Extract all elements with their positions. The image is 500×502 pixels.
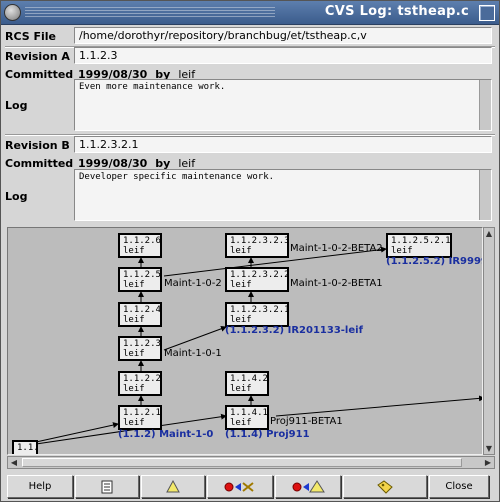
- tag-button[interactable]: [343, 475, 427, 498]
- revision-node-selected[interactable]: 1.1.2.3 leif: [118, 336, 162, 361]
- scrollbar-thumb[interactable]: [22, 458, 462, 467]
- node-author: leif: [230, 280, 252, 290]
- log-a-text[interactable]: Even more maintenance work.: [74, 79, 492, 131]
- tag-icon: [377, 480, 393, 494]
- tag-label: Proj911-BETA1: [270, 416, 343, 427]
- node-rev: 1.1.2.3.2.2: [230, 270, 290, 280]
- scroll-down-icon[interactable]: ▼: [483, 443, 495, 454]
- revision-a-label: Revision A: [5, 50, 70, 63]
- close-button[interactable]: Close: [429, 475, 489, 498]
- branch-label: (1.1.2.5.2) IR99999: [386, 256, 482, 267]
- node-rev: 1.1.2.3.2.3: [230, 236, 290, 246]
- log-a-label: Log: [5, 99, 28, 112]
- node-author: leif: [230, 384, 252, 394]
- revision-node[interactable]: 1.1.2.3.2.2 leif: [225, 267, 290, 292]
- branch-label: (1.1.4) Proj911: [225, 429, 310, 440]
- log-a-content: Even more maintenance work.: [79, 82, 226, 92]
- window-menu-icon[interactable]: [4, 4, 21, 21]
- node-author: leif: [230, 418, 252, 428]
- node-author: leif: [123, 246, 145, 256]
- node-rev: 1.1.4.2: [230, 374, 268, 384]
- tag-label: Maint-1-0-2-BETA1: [290, 278, 383, 289]
- revision-node[interactable]: 1.1.2.3.2.3 leif: [225, 233, 290, 258]
- node-author: leif: [123, 315, 145, 325]
- node-rev: 1.1.2.6: [123, 236, 161, 246]
- tag-label: Maint-1-0-2: [164, 278, 222, 289]
- node-rev: 1.1.2.3: [123, 339, 161, 349]
- rcs-file-label: RCS File: [5, 30, 57, 43]
- edge: [275, 395, 482, 417]
- mark-icon: [166, 479, 180, 493]
- log-b-content: Developer specific maintenance work.: [79, 172, 275, 182]
- node-rev: 1.1.4.1: [230, 408, 268, 418]
- graph-vertical-scrollbar[interactable]: ▲ ▼: [483, 227, 495, 455]
- revision-graph[interactable]: 1.1.2.6 leif 1.1.2.5 leif 1.1.2.4 leif 1.1.…: [7, 227, 483, 455]
- mark-button[interactable]: [141, 475, 205, 498]
- cvs-log-window: CVS Log: tstheap.c RCS File /home/doroth…: [0, 0, 500, 502]
- node-rev: 1.1.: [17, 443, 39, 453]
- branch-label: (1.1.2) Maint-1-0: [118, 429, 214, 440]
- node-author: leif: [123, 349, 145, 359]
- title-bar[interactable]: CVS Log: tstheap.c: [1, 1, 499, 25]
- log-b-label: Log: [5, 190, 28, 203]
- title-bar-grip: [25, 7, 275, 19]
- window-title: CVS Log: tstheap.c: [324, 4, 469, 19]
- merge-icon: [292, 480, 325, 493]
- revision-node-selected[interactable]: 1.1.2.3.2.1 leif: [225, 302, 290, 327]
- rcs-file-field[interactable]: /home/dorothyr/repository/branchbug/et/t…: [74, 27, 492, 44]
- revision-node[interactable]: 1.1.2.5 leif: [118, 267, 162, 292]
- scroll-left-icon[interactable]: ◀: [8, 457, 20, 468]
- revision-node[interactable]: 1.1.2.5.2.1 leif: [386, 233, 452, 258]
- revision-node[interactable]: 1.1.4.2 leif: [225, 371, 269, 396]
- revision-a-field[interactable]: 1.1.2.3: [74, 47, 492, 64]
- tag-label: Maint-1-0-2-BETA2: [290, 243, 383, 254]
- node-rev: 1.1.2.5: [123, 270, 161, 280]
- revision-node[interactable]: 1.1.2.6 leif: [118, 233, 162, 258]
- button-bar: Help Close: [1, 471, 499, 501]
- node-rev: 1.1.2.1: [123, 408, 161, 418]
- node-rev: 1.1.2.5.2.1: [391, 236, 451, 246]
- diff-button[interactable]: [75, 475, 139, 498]
- edge: [163, 325, 227, 351]
- committed-b-label: Committed: [5, 157, 74, 170]
- node-rev: 1.1.2.2: [123, 374, 161, 384]
- revision-b-field[interactable]: 1.1.2.3.2.1: [74, 136, 492, 153]
- node-author: leif: [230, 246, 252, 256]
- committed-a-label: Committed: [5, 68, 74, 81]
- log-b-scrollbar[interactable]: [479, 170, 491, 220]
- node-author: leif: [230, 315, 252, 325]
- branch-label: (1.1.2.3.2) IR201133-leif: [225, 325, 363, 336]
- help-button[interactable]: Help: [7, 475, 73, 498]
- diff-icon: [101, 480, 113, 494]
- revision-node[interactable]: 1.1.2.2 leif: [118, 371, 162, 396]
- graph-horizontal-scrollbar[interactable]: ◀ ▶: [7, 456, 495, 469]
- revision-node-root[interactable]: 1.1.: [12, 440, 39, 454]
- merge-button[interactable]: [275, 475, 341, 498]
- edge: [35, 422, 119, 443]
- node-author: leif: [123, 280, 145, 290]
- node-rev: 1.1.2.4: [123, 305, 161, 315]
- log-b-text[interactable]: Developer specific maintenance work.: [74, 169, 492, 221]
- scroll-up-icon[interactable]: ▲: [483, 228, 495, 239]
- view-diff-button[interactable]: [207, 475, 273, 498]
- revision-node[interactable]: 1.1.4.1 leif: [225, 405, 269, 430]
- node-author: leif: [123, 418, 145, 428]
- revision-node[interactable]: 1.1.2.4 leif: [118, 302, 162, 327]
- revision-node[interactable]: 1.1.2.1 leif: [118, 405, 162, 430]
- log-a-scrollbar[interactable]: [479, 80, 491, 130]
- view-diff-icon: [224, 482, 254, 492]
- close-window-icon[interactable]: [479, 5, 495, 21]
- revision-b-label: Revision B: [5, 139, 70, 152]
- node-author: leif: [123, 384, 145, 394]
- scroll-right-icon[interactable]: ▶: [482, 457, 494, 468]
- tag-label: Maint-1-0-1: [164, 348, 222, 359]
- node-rev: 1.1.2.3.2.1: [230, 305, 290, 315]
- node-author: leif: [391, 246, 413, 256]
